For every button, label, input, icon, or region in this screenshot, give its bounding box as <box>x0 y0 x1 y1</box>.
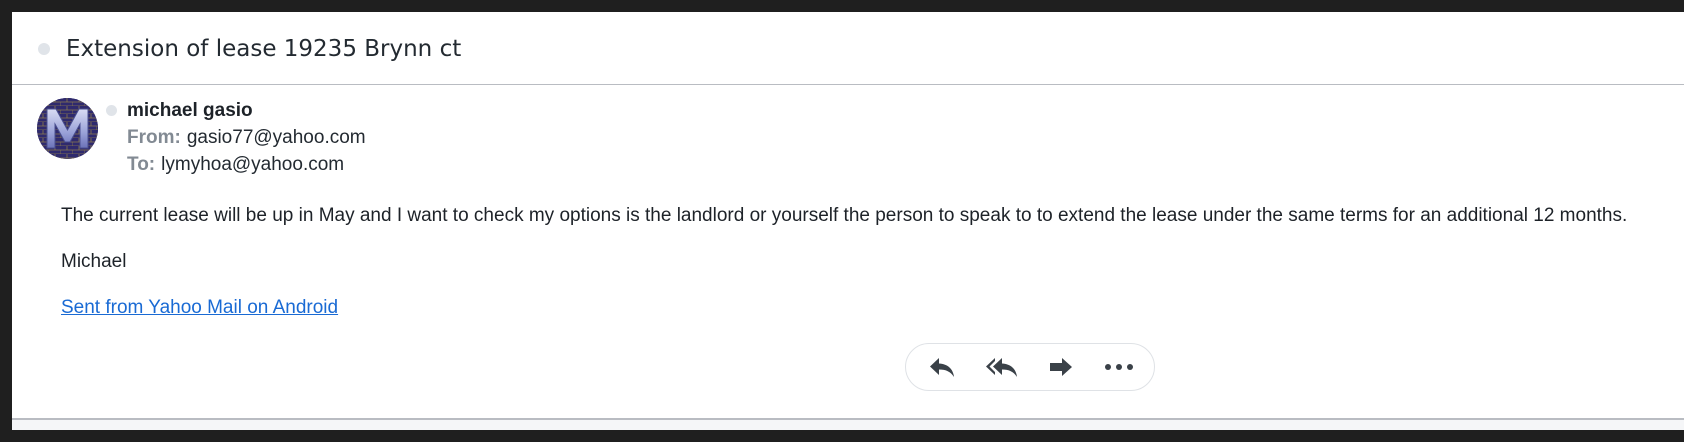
message-body-paragraph: The current lease will be up in May and … <box>61 205 1628 226</box>
sender-status-dot <box>106 105 117 116</box>
from-address[interactable]: gasio77@yahoo.com <box>187 127 366 148</box>
message-body-signoff: Michael <box>61 251 127 272</box>
next-message-strip <box>12 420 1684 430</box>
email-subject: Extension of lease 19235 Brynn ct <box>66 36 462 62</box>
from-label: From: <box>127 127 181 148</box>
unread-indicator-dot[interactable] <box>38 43 50 55</box>
reply-button[interactable] <box>920 347 964 387</box>
subject-header: Extension of lease 19235 Brynn ct <box>12 12 1684 85</box>
sender-name[interactable]: michael gasio <box>127 100 253 122</box>
reply-all-icon <box>986 358 1017 377</box>
more-icon <box>1105 364 1133 370</box>
more-options-button[interactable] <box>1097 347 1141 387</box>
reply-all-button[interactable] <box>980 347 1024 387</box>
message-action-toolbar <box>905 343 1155 391</box>
email-viewer: Extension of lease 19235 Brynn ct michae… <box>12 12 1684 430</box>
reply-icon <box>930 358 954 377</box>
to-line: To: lymyhoa@yahoo.com <box>127 154 344 176</box>
sender-avatar[interactable] <box>37 98 98 159</box>
avatar-m-logo-icon <box>37 98 98 159</box>
to-label: To: <box>127 154 156 175</box>
to-address[interactable]: lymyhoa@yahoo.com <box>161 154 344 175</box>
forward-button[interactable] <box>1039 347 1083 387</box>
from-line: From: gasio77@yahoo.com <box>127 127 366 149</box>
forward-icon <box>1050 358 1072 376</box>
yahoo-mail-signature-link[interactable]: Sent from Yahoo Mail on Android <box>61 297 338 319</box>
message-card: michael gasio From: gasio77@yahoo.com To:… <box>12 85 1684 418</box>
